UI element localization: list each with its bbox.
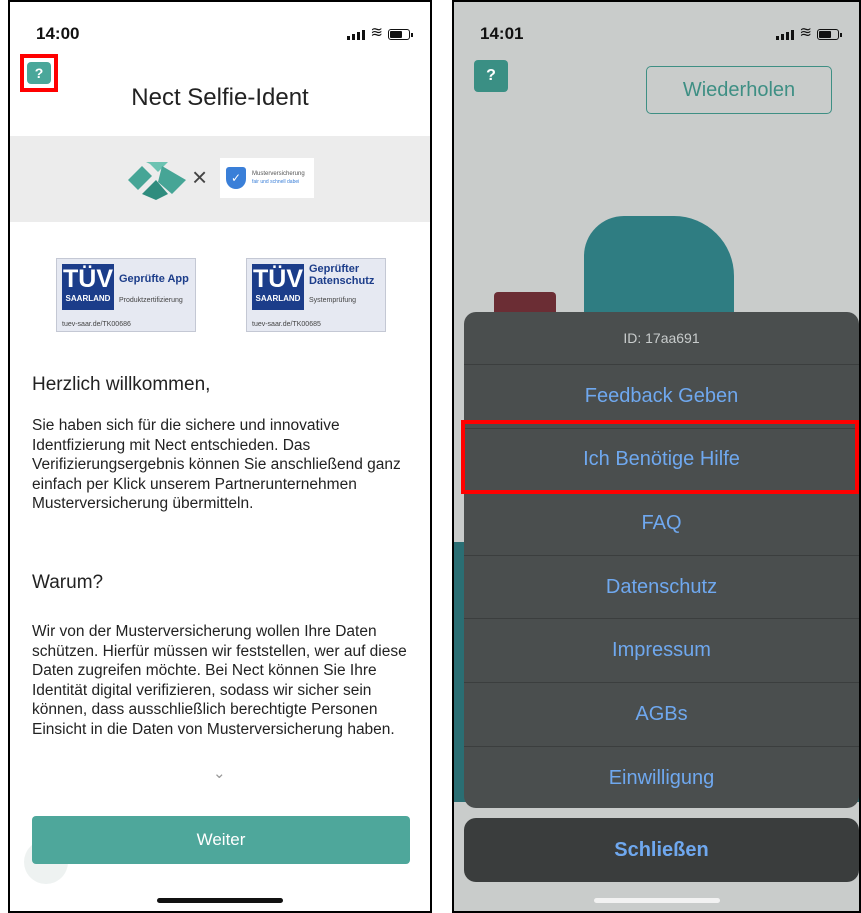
status-bar: 14:01 ≋ — [454, 2, 859, 43]
tuv-badge-url: tuev-saar.de/TK00686 — [62, 321, 131, 328]
tuv-logo-icon: TÜV SAARLAND — [62, 264, 114, 310]
tuv-logo-icon: TÜV SAARLAND — [252, 264, 304, 310]
menu-item-imprint[interactable]: Impressum — [464, 619, 859, 683]
tuv-badge-label: Geprüfte App — [119, 273, 189, 285]
why-text: Wir von der Musterversicherung wollen Ih… — [32, 623, 407, 738]
right-screen: 14:01 ≋ ? Wiederholen ID: 17aa691 Feedba… — [452, 0, 861, 913]
action-sheet: ID: 17aa691 Feedback Geben Ich Benötige … — [464, 312, 859, 808]
help-icon[interactable]: ? — [474, 60, 508, 92]
status-bar: 14:00 ≋ — [10, 2, 430, 43]
muster-logo-text: Musterversicherung fair und schnell dabe… — [252, 171, 305, 185]
battery-icon — [388, 29, 413, 40]
status-time: 14:01 — [480, 24, 524, 43]
why-heading: Warum? — [32, 572, 104, 593]
menu-item-terms[interactable]: AGBs — [464, 683, 859, 747]
welcome-heading: Herzlich willkommen, — [32, 374, 211, 395]
tuv-badge-privacy: TÜV SAARLAND Geprüfter Datenschutz Syste… — [246, 258, 386, 332]
home-indicator[interactable] — [593, 898, 720, 903]
wifi-icon: ≋ — [370, 24, 383, 41]
shield-check-icon: ✓ — [226, 167, 246, 189]
menu-item-consent[interactable]: Einwilligung — [464, 747, 859, 808]
close-button[interactable]: Schließen — [464, 818, 859, 882]
signal-icon — [347, 30, 366, 40]
tuv-badge-app: TÜV SAARLAND Geprüfte App Produktzertifi… — [56, 258, 196, 332]
battery-icon — [817, 29, 842, 40]
menu-item-faq[interactable]: FAQ — [464, 492, 859, 556]
signal-icon — [776, 30, 795, 40]
menu-item-privacy[interactable]: Datenschutz — [464, 556, 859, 620]
partner-separator: × — [192, 162, 208, 192]
page-title: Nect Selfie-Ident — [131, 84, 309, 111]
status-time: 14:00 — [36, 24, 80, 43]
nect-logo-icon — [128, 162, 186, 200]
status-icons: ≋ — [347, 24, 413, 41]
welcome-text: Sie haben sich für die sichere und innov… — [32, 417, 401, 512]
musterversicherung-logo: ✓ Musterversicherung fair und schnell da… — [220, 158, 314, 198]
home-indicator[interactable] — [157, 898, 283, 903]
tuv-badge-sub: Systemprüfung — [309, 297, 357, 304]
continue-button[interactable]: Weiter — [32, 816, 410, 864]
wifi-icon: ≋ — [799, 24, 812, 41]
partner-logos: × ✓ Musterversicherung fair und schnell … — [10, 136, 430, 222]
highlight-box — [461, 420, 859, 494]
tuv-badge-url: tuev-saar.de/TK00685 — [252, 321, 321, 328]
tuv-badge-sub: Produktzertifizierung — [119, 297, 183, 304]
left-screen: 14:00 ≋ ? Nect Selfie-Ident × ✓ Musterve… — [8, 0, 432, 913]
chevron-down-icon[interactable]: ⌄ — [213, 764, 226, 782]
status-icons: ≋ — [776, 24, 842, 41]
tuv-badge-label: Geprüfter Datenschutz — [309, 263, 375, 287]
help-bubble-icon: ? — [27, 62, 51, 84]
session-id-label: ID: 17aa691 — [464, 312, 859, 365]
repeat-button[interactable]: Wiederholen — [646, 66, 832, 114]
